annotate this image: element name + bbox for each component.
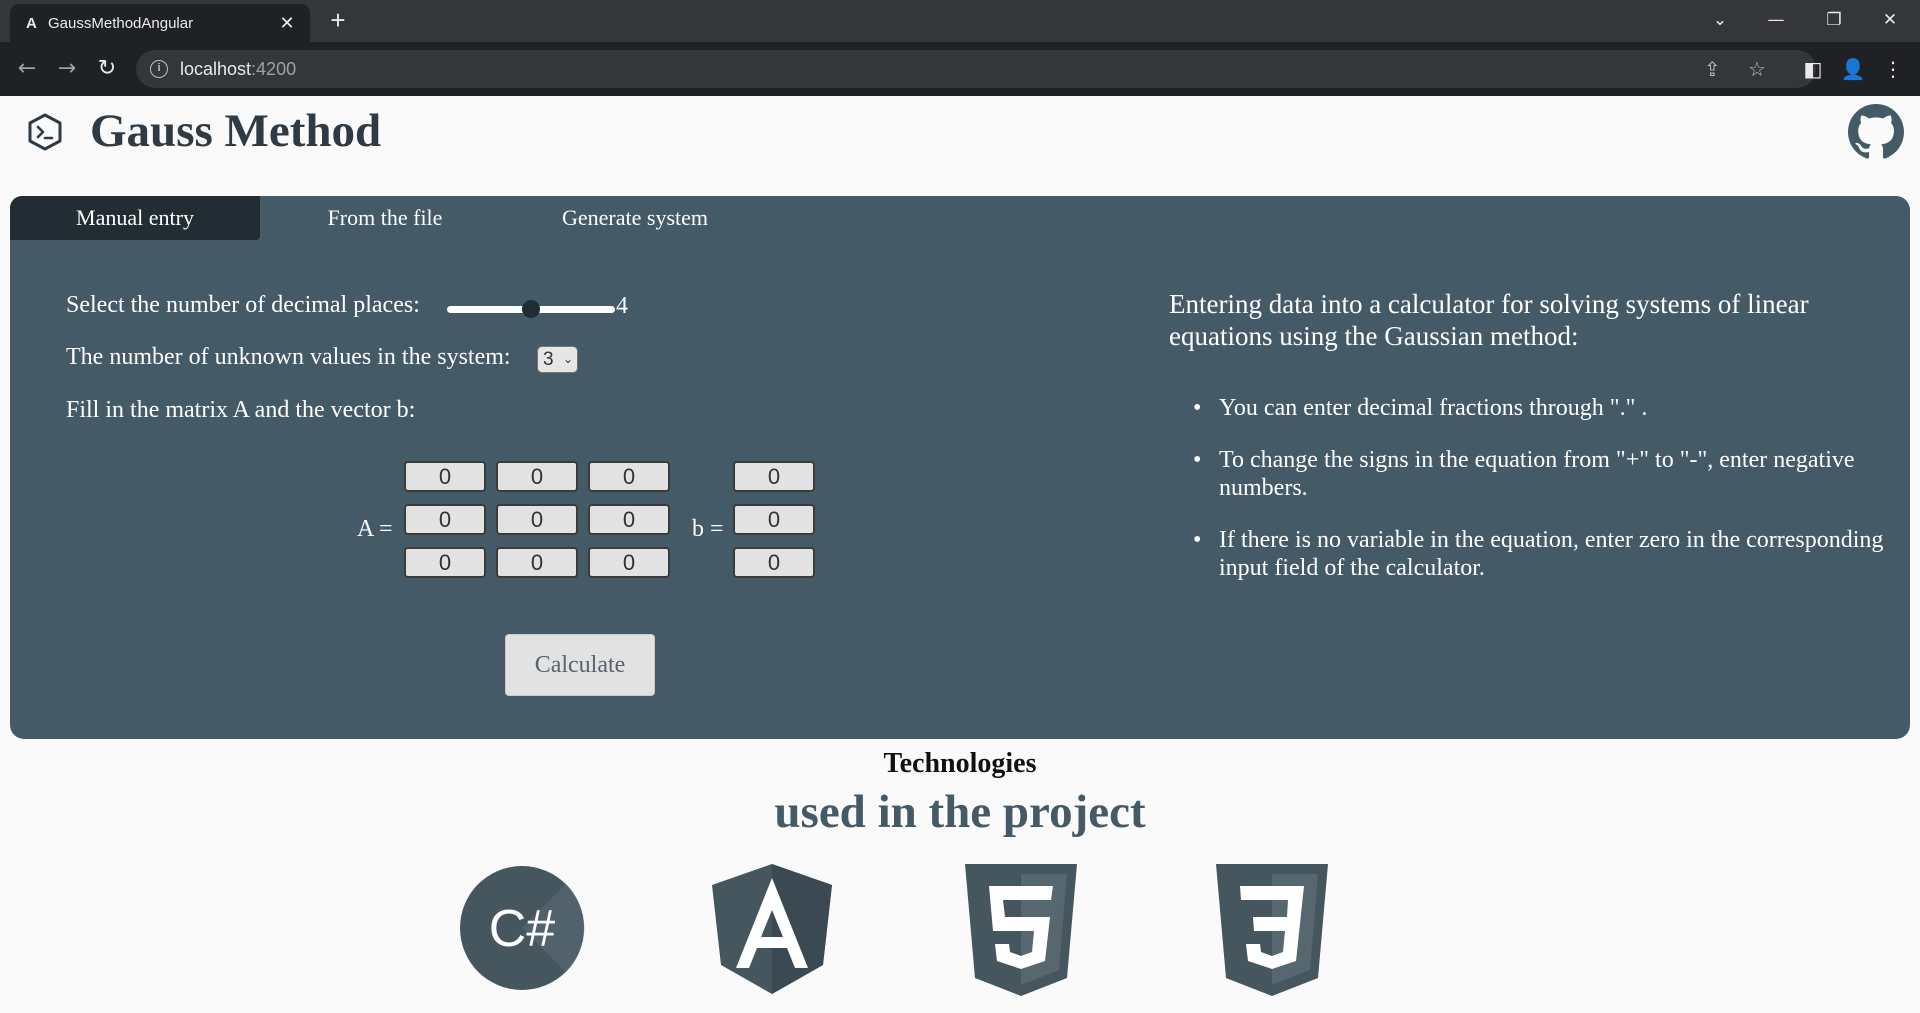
browser-tab[interactable]: A GaussMethodAngular ✕ xyxy=(10,4,310,42)
fill-matrix-label: Fill in the matrix A and the vector b: xyxy=(66,397,416,423)
site-info-icon[interactable]: i xyxy=(150,60,168,78)
browser-tabbar: A GaussMethodAngular ✕ + ⌄ — ❐ ✕ xyxy=(0,0,1920,42)
tab-from-file[interactable]: From the file xyxy=(260,196,510,240)
matrix-a-input[interactable]: 0 xyxy=(496,547,578,578)
page-title: Gauss Method xyxy=(90,105,382,157)
technologies-subtitle: used in the project xyxy=(774,786,1146,838)
angular-icon xyxy=(712,864,832,994)
tab-search-icon[interactable]: ⌄ xyxy=(1692,0,1748,42)
vector-b-label: b = xyxy=(692,516,724,542)
calculator-panel: Manual entry From the file Generate syst… xyxy=(10,196,1910,739)
new-tab-button[interactable]: + xyxy=(322,6,354,36)
profile-icon[interactable]: 👤 xyxy=(1836,52,1870,86)
browser-toolbar: ← → ↻ i localhost:4200 ⇪ ☆ ◧ 👤 ⋮ xyxy=(0,42,1920,96)
info-list: You can enter decimal fractions through … xyxy=(1169,394,1899,606)
list-item: You can enter decimal fractions through … xyxy=(1169,394,1899,422)
minimize-button[interactable]: — xyxy=(1748,0,1804,42)
share-icon[interactable]: ⇪ xyxy=(1704,50,1721,88)
side-panel-icon[interactable]: ◧ xyxy=(1796,52,1830,86)
address-bar[interactable]: i localhost:4200 ⇪ ☆ xyxy=(136,50,1816,88)
list-item: To change the signs in the equation from… xyxy=(1169,446,1899,502)
matrix-a-input[interactable]: 0 xyxy=(404,461,486,492)
info-title: Entering data into a calculator for solv… xyxy=(1169,289,1809,351)
slider-thumb[interactable] xyxy=(522,300,540,318)
forward-button[interactable]: → xyxy=(50,52,84,86)
back-button[interactable]: ← xyxy=(10,52,44,86)
tab-generate-system[interactable]: Generate system xyxy=(510,196,760,240)
vector-b-input[interactable]: 0 xyxy=(733,547,815,578)
menu-kebab-icon[interactable]: ⋮ xyxy=(1876,52,1910,86)
reload-button[interactable]: ↻ xyxy=(90,52,124,86)
matrix-a-input[interactable]: 0 xyxy=(588,461,670,492)
matrix-a-input[interactable]: 0 xyxy=(496,461,578,492)
svg-text:C#: C# xyxy=(489,900,556,958)
unknowns-select[interactable]: 3 ⌄ xyxy=(537,346,578,373)
matrix-a-label: A = xyxy=(357,516,393,542)
vector-b-input[interactable]: 0 xyxy=(733,504,815,535)
matrix-a-input[interactable]: 0 xyxy=(588,547,670,578)
tab-manual-entry[interactable]: Manual entry xyxy=(10,196,260,240)
decimal-places-slider[interactable] xyxy=(447,299,615,319)
decimal-places-value: 4 xyxy=(616,293,628,319)
matrix-a-input[interactable]: 0 xyxy=(588,504,670,535)
unknowns-label: The number of unknown values in the syst… xyxy=(66,344,511,370)
technologies-title: Technologies xyxy=(883,748,1037,779)
url-text: localhost:4200 xyxy=(180,58,297,79)
tab-title: GaussMethodAngular xyxy=(48,14,194,32)
matrix-a-input[interactable]: 0 xyxy=(496,504,578,535)
calculate-button[interactable]: Calculate xyxy=(505,634,655,696)
matrix-a-input[interactable]: 0 xyxy=(404,504,486,535)
chevron-down-icon: ⌄ xyxy=(562,352,573,366)
github-icon[interactable] xyxy=(1848,104,1904,160)
terminal-icon xyxy=(28,113,62,151)
list-item: If there is no variable in the equation,… xyxy=(1169,526,1899,582)
vector-b-input[interactable]: 0 xyxy=(733,461,815,492)
decimal-places-label: Select the number of decimal places: xyxy=(66,292,420,318)
csharp-icon: C# xyxy=(460,866,585,990)
close-tab-icon[interactable]: ✕ xyxy=(276,13,298,34)
html5-icon xyxy=(965,864,1077,996)
css3-icon xyxy=(1216,864,1328,996)
unknowns-select-value: 3 xyxy=(543,349,554,370)
restore-button[interactable]: ❐ xyxy=(1806,0,1862,42)
bookmark-star-icon[interactable]: ☆ xyxy=(1748,50,1766,88)
tab-bar: Manual entry From the file Generate syst… xyxy=(10,196,1910,240)
close-window-button[interactable]: ✕ xyxy=(1862,0,1918,42)
angular-favicon-icon: A xyxy=(26,14,37,32)
matrix-a-input[interactable]: 0 xyxy=(404,547,486,578)
